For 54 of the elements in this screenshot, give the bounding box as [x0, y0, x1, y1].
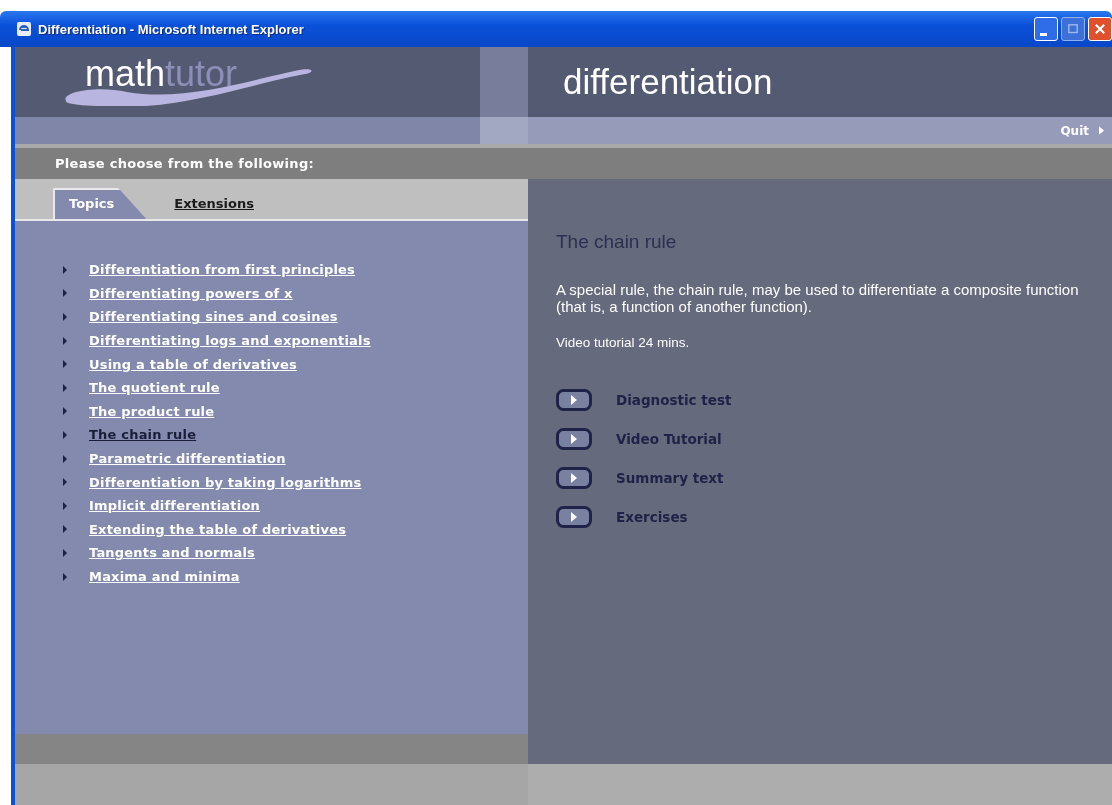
bullet-icon: [63, 313, 67, 321]
topic-link[interactable]: The quotient rule: [89, 380, 220, 396]
action-link[interactable]: Exercises: [616, 508, 688, 525]
bullet-icon: [63, 525, 67, 534]
logo-text: tutor: [165, 53, 238, 94]
topic-link[interactable]: Maxima and minima: [89, 569, 240, 584]
arrow-icon: [1099, 126, 1104, 135]
bullet-icon: [63, 430, 67, 439]
tab[interactable]: Extensions: [160, 190, 286, 219]
close-button[interactable]: [1088, 17, 1112, 41]
topic-title: The chain rule: [556, 231, 678, 253]
bullet-icon: [63, 548, 67, 557]
topic-link[interactable]: Differentiating logs and exponentials: [89, 333, 371, 349]
play-button-icon[interactable]: [556, 388, 592, 411]
close-icon: [1093, 22, 1107, 36]
bullet-icon: [63, 383, 67, 392]
play-button-icon[interactable]: [556, 505, 592, 528]
minimize-button[interactable]: [1034, 17, 1058, 41]
topic-link[interactable]: The product rule: [89, 403, 215, 419]
topic-link[interactable]: Parametric differentiation: [89, 451, 286, 467]
bullet-icon: [63, 454, 67, 463]
topic-link[interactable]: The chain rule: [89, 427, 197, 443]
bullet-icon: [63, 572, 67, 581]
bullet-icon: [63, 336, 67, 345]
duration-text: Video tutorial 24 mins.: [556, 335, 691, 350]
action-link[interactable]: Summary text: [616, 469, 724, 486]
topic-link[interactable]: Differentiating sines and cosines: [89, 309, 338, 325]
maximize-icon: [1066, 22, 1080, 36]
topic-description: A special rule, the chain rule, may be used to differentiate a composite function (that is, a function of another function).: [556, 281, 1080, 315]
action-link[interactable]: Diagnostic test: [616, 391, 732, 408]
bullet-icon: [63, 360, 67, 369]
bullet-icon: [63, 478, 67, 487]
bullet-icon: [63, 407, 67, 416]
topic-link[interactable]: Implicit differentiation: [89, 498, 260, 514]
topic-link[interactable]: Using a table of derivatives: [89, 356, 297, 372]
action-link[interactable]: Video Tutorial: [616, 430, 722, 447]
prompt-text: Please choose from the following:: [55, 156, 314, 171]
bullet-icon: [63, 289, 67, 298]
minimize-icon: [1040, 32, 1047, 36]
logo-text: math: [85, 53, 166, 94]
topic-link[interactable]: Differentiating powers of x: [89, 285, 293, 301]
topic-link[interactable]: Differentiation from first principles: [89, 262, 356, 278]
play-button-icon[interactable]: [556, 427, 592, 450]
topic-link[interactable]: Differentiation by taking logarithms: [89, 474, 362, 490]
bullet-icon: [63, 501, 67, 510]
topic-link[interactable]: Tangents and normals: [89, 545, 256, 561]
topic-link[interactable]: Extending the table of derivatives: [89, 521, 347, 537]
quit-link[interactable]: Quit: [1060, 123, 1104, 138]
page-heading: differentiation: [563, 62, 773, 102]
window-title: Differentiation - Microsoft Internet Explorer: [38, 21, 304, 37]
browser-icon: [16, 21, 32, 37]
tab[interactable]: Topics: [53, 188, 147, 219]
play-button-icon[interactable]: [556, 466, 592, 489]
bullet-icon: [63, 265, 67, 274]
